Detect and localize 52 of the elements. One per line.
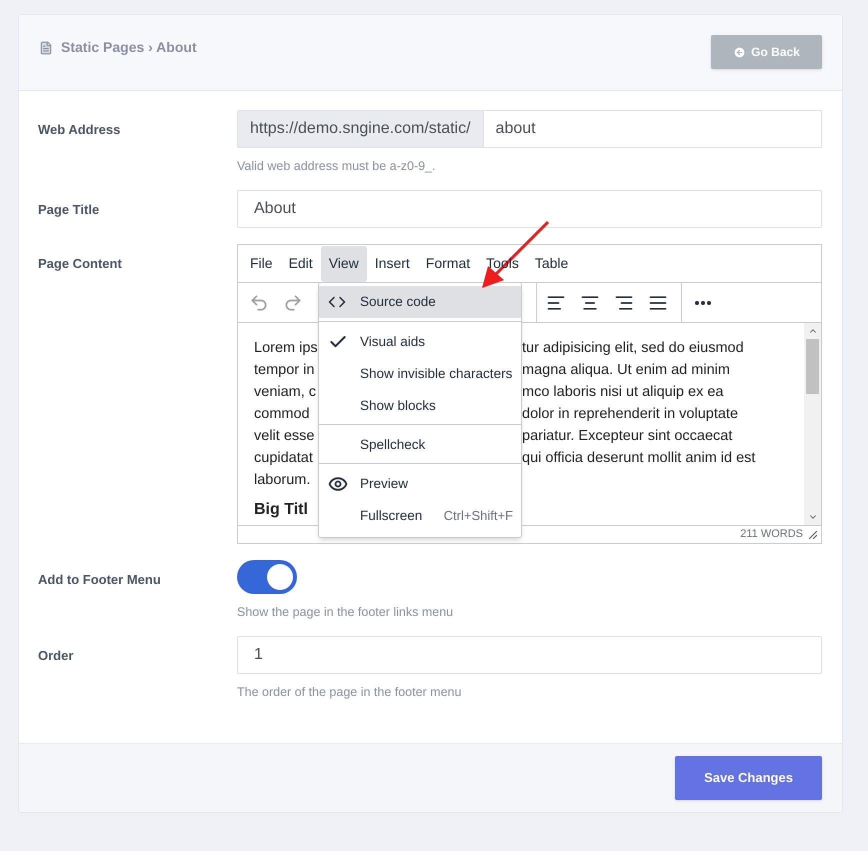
body-text: qui officia deserunt mollit anim id est: [522, 449, 756, 468]
body-text: pariatur. Excepteur sint occaecat: [522, 427, 732, 446]
scrollbar[interactable]: [804, 323, 821, 525]
text-field[interactable]: 1: [237, 636, 822, 674]
hint-text: The order of the page in the footer menu: [237, 685, 462, 699]
body-text: magna aliqua. Ut enim ad minim: [522, 361, 730, 380]
undo-icon: [249, 292, 269, 312]
menu-item[interactable]: Show blocks: [319, 390, 521, 422]
menubar-item[interactable]: Edit: [280, 246, 321, 282]
address-field[interactable]: about: [484, 110, 822, 148]
body-text: veniam, c: [254, 383, 316, 402]
field-label: Order: [38, 648, 74, 663]
field-label: Page Content: [38, 256, 122, 271]
body-text: cupidatat: [254, 449, 313, 468]
hint-text: Valid web address must be a-z0-9_.: [237, 159, 436, 173]
shortcut-text: Ctrl+Shift+F: [444, 507, 513, 526]
body-text: laborum.: [254, 471, 310, 490]
menu-item[interactable]: Visual aids: [319, 326, 521, 358]
toggle-switch[interactable]: [237, 560, 297, 594]
body-text: Lorem ips: [254, 339, 318, 358]
body-text: dolor in reprehenderit in voluptate: [522, 405, 738, 424]
word-count: 211 WORDS: [740, 527, 803, 542]
field-label: Add to Footer Menu: [38, 572, 161, 587]
breadcrumb: Static Pages › About: [61, 38, 197, 57]
body-text: commod: [254, 405, 310, 424]
menubar-item[interactable]: Insert: [366, 246, 418, 282]
back-icon: [733, 46, 746, 58]
url-prefix: https://demo.sngine.com/static/: [237, 110, 484, 148]
redo-icon: [283, 292, 303, 312]
field-label: Web Address: [38, 122, 120, 137]
menubar-item[interactable]: View: [320, 246, 367, 282]
menubar-item[interactable]: Table: [526, 246, 576, 282]
menu-item[interactable]: Source code: [319, 286, 521, 318]
text-field[interactable]: About: [237, 190, 822, 228]
menu-item[interactable]: Show invisible characters: [319, 358, 521, 390]
menu-item[interactable]: Fullscreen Ctrl+Shift+F: [319, 500, 521, 532]
menubar-item[interactable]: Format: [418, 246, 478, 282]
resize-handle-icon[interactable]: [809, 530, 817, 538]
field-label: Page Title: [38, 202, 100, 217]
body-text: mco laboris nisi ut aliquip ex ea: [522, 383, 724, 402]
menu-item[interactable]: Spellcheck: [319, 429, 521, 461]
more-icon: [695, 300, 711, 304]
menu-item[interactable]: Preview: [319, 468, 521, 500]
hint-text: Show the page in the footer links menu: [237, 605, 454, 619]
menubar-item[interactable]: File: [242, 246, 281, 282]
heading-text: Big Titl: [254, 501, 308, 518]
body-text: tur adipisicing elit, sed do eiusmod: [522, 339, 744, 358]
scroll-thumb[interactable]: [806, 339, 819, 394]
body-text: tempor in: [254, 361, 314, 380]
body-text: velit esse: [254, 427, 314, 446]
document-icon: [39, 40, 53, 54]
save-button[interactable]: Save Changes: [675, 756, 822, 800]
